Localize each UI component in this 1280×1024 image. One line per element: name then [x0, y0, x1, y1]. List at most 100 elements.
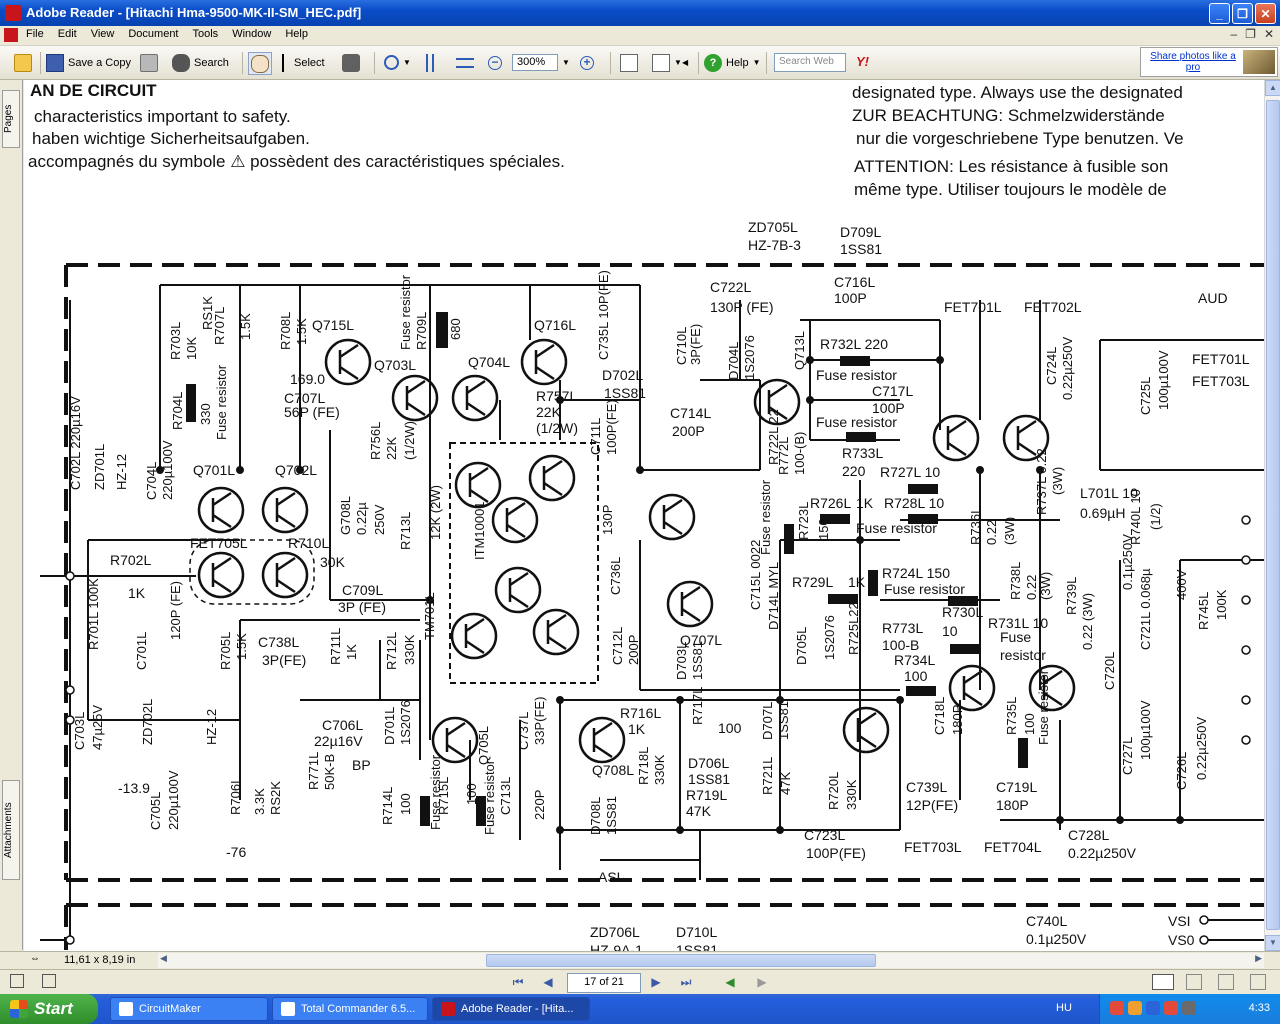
- go-forward-button[interactable]: ▶: [754, 974, 770, 990]
- scroll-up-button[interactable]: ▲: [1265, 80, 1280, 96]
- zoom-in-button[interactable]: +: [580, 52, 594, 73]
- first-page-button[interactable]: ⏮: [510, 974, 526, 990]
- attachments-tab[interactable]: Attachments: [2, 780, 20, 880]
- facing-layout-icon[interactable]: [1218, 974, 1234, 990]
- vertical-scroll-thumb[interactable]: [1266, 100, 1280, 930]
- doc-minimize-button[interactable]: –: [1230, 27, 1237, 41]
- go-back-button[interactable]: ◀: [722, 974, 738, 990]
- previous-page-button[interactable]: ◀: [540, 974, 556, 990]
- restore-button[interactable]: ❐: [1232, 3, 1253, 24]
- magnifier-icon: [384, 55, 399, 70]
- single-page-button[interactable]: [620, 52, 638, 73]
- minus-icon: −: [488, 55, 502, 70]
- component-vertical-label: 330K: [652, 754, 667, 785]
- component-vertical-label: 1.5K: [294, 318, 309, 345]
- component-label: Q703L: [374, 357, 416, 373]
- share-photos-ad[interactable]: Share photos like a pro: [1140, 47, 1278, 77]
- component-label: 200P: [672, 423, 705, 439]
- zoom-out-button[interactable]: −: [488, 52, 502, 73]
- attachments-panel-icon[interactable]: [42, 974, 56, 988]
- close-button[interactable]: ✕: [1255, 3, 1276, 24]
- document-viewport[interactable]: AN DE CIRCUIT characteristics important …: [24, 80, 1264, 951]
- component-vertical-label: 12K (2W): [428, 485, 443, 540]
- tray-antivirus-icon[interactable]: [1164, 1001, 1178, 1015]
- scroll-down-button[interactable]: ▼: [1265, 935, 1280, 951]
- help-button[interactable]: ? Help ▼: [704, 52, 761, 73]
- horizontal-scrollbar[interactable]: ◀ ▶: [158, 953, 1264, 968]
- vertical-scrollbar[interactable]: ▲ ▼: [1264, 80, 1280, 951]
- select-tool-button[interactable]: Select: [282, 52, 325, 73]
- zoom-dropdown-icon[interactable]: ▼: [562, 58, 570, 67]
- component-vertical-label: (3W): [1038, 572, 1053, 600]
- menu-document[interactable]: Document: [128, 28, 178, 40]
- title-bar[interactable]: Adobe Reader - [Hitachi Hma-9500-MK-II-S…: [0, 0, 1280, 26]
- task-total-commander[interactable]: Total Commander 6.5...: [272, 997, 428, 1021]
- tray-update-icon[interactable]: [1182, 1001, 1196, 1015]
- snapshot-button[interactable]: [342, 52, 360, 73]
- component-label: 220: [842, 463, 866, 479]
- minimize-button[interactable]: _: [1209, 3, 1230, 24]
- search-web-input[interactable]: Search Web: [774, 53, 846, 72]
- single-page-layout-icon[interactable]: [1152, 974, 1174, 990]
- horizontal-scroll-thumb[interactable]: [486, 954, 876, 967]
- tray-network-icon[interactable]: [1146, 1001, 1160, 1015]
- last-page-button[interactable]: ⏭: [678, 974, 694, 990]
- terminal: [1241, 595, 1251, 605]
- schematic-header: AN DE CIRCUIT characteristics important …: [28, 81, 1184, 199]
- menu-edit[interactable]: Edit: [58, 28, 77, 40]
- hand-tool-button[interactable]: [248, 52, 272, 75]
- print-button[interactable]: [140, 52, 158, 73]
- continuous-layout-icon[interactable]: [1186, 974, 1202, 990]
- component-vertical-label: 0.22 (3W): [1080, 593, 1095, 650]
- menu-tools[interactable]: Tools: [193, 28, 219, 40]
- tray-shield-icon[interactable]: [1110, 1001, 1124, 1015]
- folder-icon: [14, 53, 32, 72]
- component-vertical-label: R745L: [1196, 592, 1211, 630]
- open-button[interactable]: [14, 52, 32, 73]
- zoom-tool-button[interactable]: ▼: [384, 52, 411, 73]
- menu-file[interactable]: File: [26, 28, 44, 40]
- scroll-right-button[interactable]: ▶: [1255, 953, 1262, 964]
- language-indicator[interactable]: HU: [1056, 1002, 1072, 1014]
- pages-panel-icon[interactable]: [10, 974, 24, 988]
- save-copy-button[interactable]: Save a Copy: [46, 52, 131, 73]
- component-vertical-label: R736L: [968, 507, 983, 545]
- pages-tab[interactable]: Pages: [2, 90, 20, 148]
- component-vertical-label: G708L: [338, 496, 353, 535]
- zoom-input[interactable]: 300%: [512, 54, 558, 71]
- scroll-left-button[interactable]: ◀: [160, 953, 167, 964]
- page-number-input[interactable]: 17 of 21: [567, 973, 641, 993]
- yahoo-button[interactable]: Y!: [856, 52, 869, 73]
- component-vertical-label: R735L: [1004, 697, 1019, 735]
- component-vertical-label: R738L: [1008, 562, 1023, 600]
- tray-volume-icon[interactable]: [1128, 1001, 1142, 1015]
- component-label: 1SS81: [604, 385, 646, 401]
- document-icon[interactable]: [4, 28, 18, 42]
- junction-dot: [776, 826, 784, 834]
- rotate-button[interactable]: ▼: [652, 52, 682, 73]
- doc-close-button[interactable]: ✕: [1264, 27, 1274, 41]
- component-label: C717L: [872, 383, 913, 399]
- menu-window[interactable]: Window: [232, 28, 271, 40]
- component-label: 1SS81: [840, 241, 882, 257]
- header-left-3: accompagnés du symbole ⚠ possèdent des c…: [28, 152, 565, 171]
- start-button[interactable]: Start: [0, 994, 98, 1024]
- menu-help[interactable]: Help: [285, 28, 308, 40]
- next-page-button[interactable]: ▶: [648, 974, 664, 990]
- toolbar-overflow-button[interactable]: ◀: [682, 52, 688, 73]
- fuse-resistor: [186, 384, 196, 422]
- component-vertical-label: 330K: [844, 779, 859, 810]
- fuse-resistor: [868, 570, 878, 596]
- fit-width-button[interactable]: [456, 52, 474, 73]
- task-adobe-reader[interactable]: Adobe Reader - [Hita...: [432, 997, 590, 1021]
- continuous-facing-layout-icon[interactable]: [1250, 974, 1266, 990]
- menu-view[interactable]: View: [91, 28, 115, 40]
- component-label: 1K: [628, 721, 646, 737]
- search-button[interactable]: Search: [172, 52, 229, 73]
- task-circuitmaker[interactable]: CircuitMaker: [110, 997, 268, 1021]
- share-photos-link[interactable]: Share photos like a pro: [1145, 51, 1241, 73]
- doc-restore-button[interactable]: ❐: [1245, 27, 1256, 41]
- fit-page-button[interactable]: [426, 52, 434, 73]
- component-vertical-label: D704L: [726, 342, 741, 380]
- toolbar-separator: [374, 52, 375, 74]
